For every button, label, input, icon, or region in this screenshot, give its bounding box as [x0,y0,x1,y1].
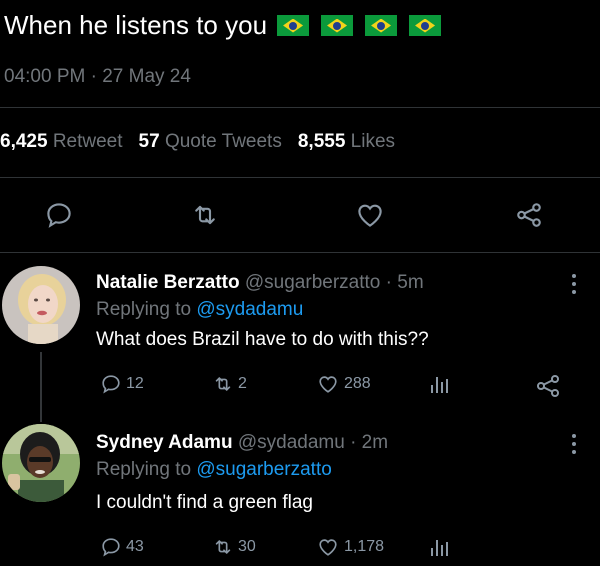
reply-button[interactable]: 12 [100,373,144,395]
replying-to-link[interactable]: @sydadamu [196,299,303,320]
tweet-stats: 6,425 Retweet 57 Quote Tweets 8,555 Like… [0,131,395,153]
divider [0,252,600,253]
more-options-icon[interactable] [572,274,578,298]
brazil-flag-icon [409,15,442,36]
divider [0,177,600,178]
reply-author-handle[interactable]: @sugarberzatto [245,272,380,293]
like-button[interactable]: 1,178 [316,536,384,558]
like-button[interactable]: 288 [316,373,371,395]
retweet-icon [215,377,231,391]
reply-icon [102,375,120,394]
reply-text: I couldn't find a green flag [96,492,313,513]
likes-count: 8,555 [297,131,346,152]
reply-action-bar: 43 30 1,178 [96,536,566,566]
reply-author-name[interactable]: Sydney Adamu [96,432,233,453]
replying-to: Replying to @sugarberzatto [96,459,332,481]
reply-author-line: Sydney Adamu @sydadamu · 2m [96,432,388,454]
reply-button[interactable]: 43 [100,536,144,558]
tweet-time: 04:00 PM [4,66,86,87]
analytics-icon [431,540,448,556]
avatar[interactable] [2,266,80,344]
quotes-count: 57 [138,131,160,152]
retweets-count: 6,425 [0,131,48,152]
analytics-button[interactable] [430,373,450,395]
replying-prefix: Replying to [96,459,192,480]
reply-tweet[interactable]: Sydney Adamu @sydadamu · 2m Replying to … [0,422,600,566]
reply-count: 12 [126,375,144,392]
retweet-icon[interactable] [190,200,220,230]
replying-prefix: Replying to [96,299,192,320]
reply-tweet[interactable]: Natalie Berzatto @sugarberzatto · 5m Rep… [0,262,600,422]
reply-action-bar: 12 2 288 [96,373,566,403]
analytics-icon [431,377,448,393]
retweet-count: 30 [238,538,256,555]
like-icon [319,376,337,393]
brazil-flag-icon [277,15,310,36]
reply-author-handle[interactable]: @sydadamu [238,432,345,453]
divider [0,107,600,108]
likes-label: Likes [350,131,396,152]
reply-author-line: Natalie Berzatto @sugarberzatto · 5m [96,272,424,294]
quotes-label: Quote Tweets [164,131,282,152]
flag-emoji-group [277,15,442,36]
meta-separator: · [90,66,97,87]
share-icon[interactable] [514,200,544,230]
tweet-action-bar [0,190,600,242]
retweet-icon [215,540,231,554]
like-count: 1,178 [344,538,385,555]
reply-time: · 2m [350,432,389,453]
reply-count: 43 [126,538,144,555]
tweet-date: 27 May 24 [102,66,191,87]
like-icon [319,539,337,556]
analytics-button[interactable] [430,536,450,558]
retweet-count: 2 [238,375,247,392]
retweet-button[interactable]: 30 [212,536,256,558]
brazil-flag-icon [365,15,398,36]
tweet-timestamp[interactable]: 04:00 PM · 27 May 24 [4,66,191,88]
retweets-label: Retweet [52,131,123,152]
brazil-flag-icon [321,15,354,36]
likes-stat[interactable]: 8,555 Likes [298,131,395,153]
reply-author-name[interactable]: Natalie Berzatto [96,272,240,293]
avatar-image [2,424,80,502]
avatar[interactable] [2,424,80,502]
more-options-icon[interactable] [572,434,578,458]
tweet-text-line: When he listens to you [4,10,442,41]
quotes-stat[interactable]: 57 Quote Tweets [139,131,282,153]
tweet-text: When he listens to you [4,10,268,40]
share-icon[interactable] [534,372,562,400]
reply-icon[interactable] [44,200,74,230]
replying-to: Replying to @sydadamu [96,299,303,321]
avatar-image [2,266,80,344]
reply-icon [102,538,120,557]
like-icon[interactable] [354,200,386,230]
reply-time: · 5m [385,272,424,293]
retweet-button[interactable]: 2 [212,373,247,395]
retweets-stat[interactable]: 6,425 Retweet [0,131,123,153]
reply-text: What does Brazil have to do with this?? [96,329,429,350]
replying-to-link[interactable]: @sugarberzatto [196,459,331,480]
like-count: 288 [344,375,371,392]
